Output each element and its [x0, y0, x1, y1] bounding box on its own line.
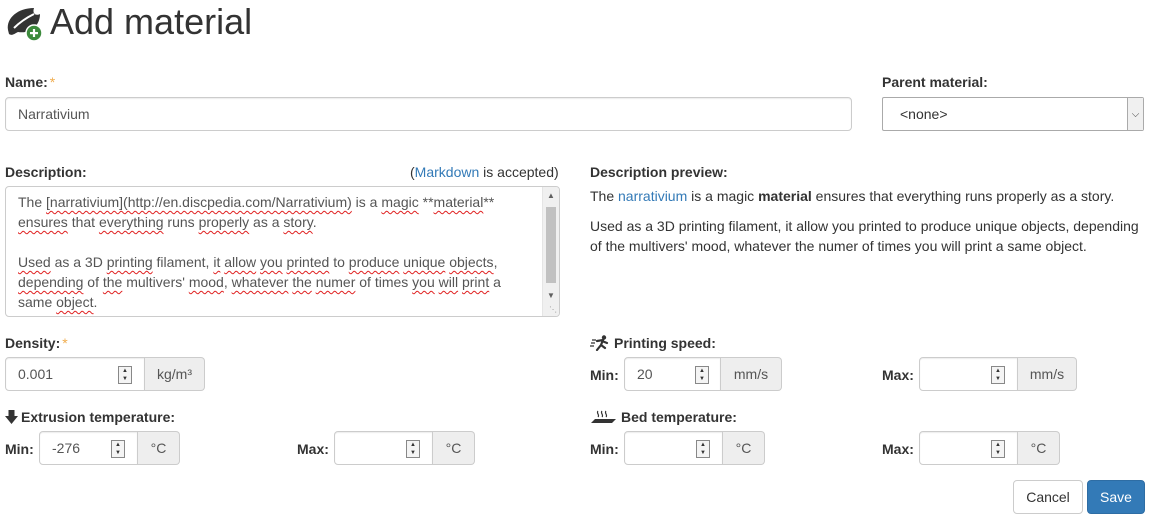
extrusion-temperature-min-group: -276 ▲ ▼ °C	[39, 431, 180, 465]
printing-speed-label: Printing speed:	[590, 335, 716, 351]
description-preview: The narrativium is a magic material ensu…	[590, 188, 1139, 254]
bed-temperature-min-input[interactable]: ▲ ▼	[624, 431, 723, 465]
scrollbar-thumb[interactable]	[546, 207, 556, 283]
spinner-icon[interactable]: ▲ ▼	[406, 440, 420, 458]
running-icon	[590, 335, 609, 351]
description-text: The [narrativium](http://en.discpedia.co…	[18, 194, 501, 310]
printing-speed-min-unit: mm/s	[721, 357, 782, 391]
arrow-down-icon	[5, 410, 18, 424]
markdown-help: (Markdown is accepted)	[410, 164, 559, 180]
printing-speed-max-input[interactable]: ▲ ▼	[919, 357, 1018, 391]
bed-temperature-max-unit: °C	[1018, 431, 1060, 465]
bed-temperature-max-label: Max:	[882, 441, 914, 457]
printing-speed-min-label: Min:	[590, 367, 619, 383]
heated-bed-icon	[591, 410, 616, 423]
extrusion-temperature-max-label: Max:	[297, 441, 329, 457]
description-preview-label: Description preview:	[590, 164, 728, 180]
density-unit: kg/m³	[145, 357, 205, 391]
bed-temperature-min-label: Min:	[590, 441, 619, 457]
save-button[interactable]: Save	[1087, 480, 1145, 514]
spinner-icon[interactable]: ▲ ▼	[695, 366, 709, 384]
spinner-icon[interactable]: ▲ ▼	[118, 366, 132, 384]
extrusion-temperature-label: Extrusion temperature:	[5, 409, 175, 425]
name-label: Name: *	[5, 74, 56, 90]
description-label: Description:	[5, 164, 87, 180]
name-input-value: Narrativium	[18, 106, 90, 122]
description-textarea[interactable]: The [narrativium](http://en.discpedia.co…	[5, 186, 560, 317]
extrusion-temperature-max-unit: °C	[433, 431, 475, 465]
chevron-down-icon: ⌵	[1127, 98, 1143, 130]
bed-temperature-max-input[interactable]: ▲ ▼	[919, 431, 1018, 465]
printing-speed-min-group: 20 ▲ ▼ mm/s	[624, 357, 782, 391]
scroll-up-icon[interactable]: ▲	[543, 187, 559, 204]
density-label: Density: *	[5, 335, 68, 351]
narrativium-link[interactable]: narrativium	[618, 188, 687, 204]
density-group: 0.001 ▲ ▼ kg/m³	[5, 357, 205, 391]
printing-speed-min-input[interactable]: 20 ▲ ▼	[624, 357, 721, 391]
scroll-down-icon[interactable]: ▼	[543, 287, 559, 304]
extrusion-temperature-min-input[interactable]: -276 ▲ ▼	[39, 431, 138, 465]
required-mark: *	[49, 74, 56, 90]
material-add-icon	[7, 8, 43, 42]
bed-temperature-label: Bed temperature:	[590, 409, 737, 425]
markdown-link[interactable]: Markdown	[415, 164, 480, 180]
printing-speed-max-label: Max:	[882, 367, 914, 383]
spinner-icon[interactable]: ▲ ▼	[991, 366, 1005, 384]
parent-material-value: <none>	[900, 106, 948, 122]
extrusion-temperature-max-group: ▲ ▼ °C	[334, 431, 475, 465]
extrusion-temperature-min-label: Min:	[5, 441, 34, 457]
description-scrollbar[interactable]: ▲ ▼	[542, 187, 559, 316]
spinner-icon[interactable]: ▲ ▼	[111, 440, 125, 458]
parent-material-select[interactable]: <none> ⌵	[882, 97, 1144, 131]
printing-speed-max-group: ▲ ▼ mm/s	[919, 357, 1077, 391]
bed-temperature-min-unit: °C	[723, 431, 765, 465]
spinner-icon[interactable]: ▲ ▼	[991, 440, 1005, 458]
extrusion-temperature-min-unit: °C	[138, 431, 180, 465]
density-input[interactable]: 0.001 ▲ ▼	[5, 357, 145, 391]
spinner-icon[interactable]: ▲ ▼	[696, 440, 710, 458]
extrusion-temperature-max-input[interactable]: ▲ ▼	[334, 431, 433, 465]
required-mark: *	[62, 335, 68, 351]
resize-grip-icon[interactable]: ⋱	[549, 305, 557, 314]
page-title: Add material	[50, 1, 253, 42]
parent-material-label: Parent material:	[882, 74, 988, 90]
bed-temperature-max-group: ▲ ▼ °C	[919, 431, 1060, 465]
bed-temperature-min-group: ▲ ▼ °C	[624, 431, 765, 465]
name-input[interactable]: Narrativium	[5, 97, 852, 131]
cancel-button[interactable]: Cancel	[1013, 480, 1083, 514]
printing-speed-max-unit: mm/s	[1018, 357, 1077, 391]
